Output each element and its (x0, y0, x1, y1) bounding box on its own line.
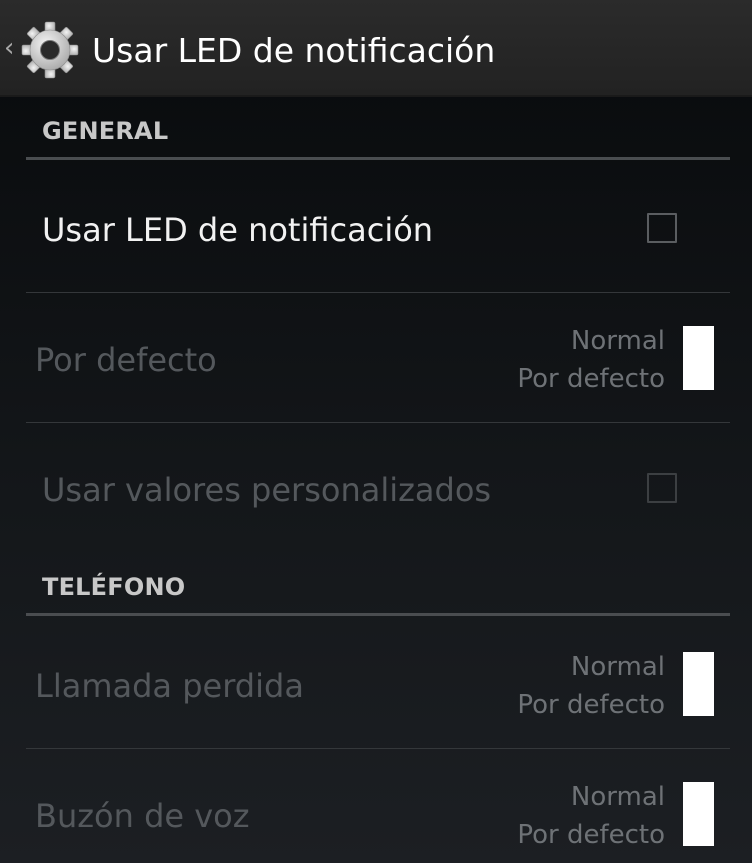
list-divider (26, 748, 730, 749)
missed-call-summary-mode: Normal (570, 652, 665, 682)
action-bar-title: Usar LED de notificación (92, 31, 496, 70)
voicemail-summary-mode: Normal (570, 782, 665, 812)
default-summary-mode: Normal (570, 326, 665, 356)
missed-call-title: Llamada perdida (35, 667, 304, 705)
default-title: Por defecto (35, 341, 217, 379)
section-divider-phone (26, 613, 730, 616)
voicemail-title: Buzón de voz (35, 797, 250, 835)
default-color-swatch (683, 326, 714, 390)
custom-values-checkbox[interactable] (647, 473, 677, 503)
voicemail-summary: Normal Por defecto (517, 778, 665, 854)
section-header-general: GENERAL (42, 117, 169, 145)
voicemail-summary-value: Por defecto (517, 820, 665, 850)
missed-call-summary-value: Por defecto (517, 690, 665, 720)
voicemail-color-swatch (683, 782, 714, 846)
use-led-title: Usar LED de notificación (42, 211, 434, 249)
custom-values-title: Usar valores personalizados (42, 471, 492, 509)
use-led-checkbox[interactable] (647, 213, 677, 243)
default-summary-value: Por defecto (517, 364, 665, 394)
list-divider (26, 292, 730, 293)
section-divider-general (26, 157, 730, 160)
settings-gear-icon[interactable] (20, 20, 80, 80)
list-divider (26, 422, 730, 423)
action-bar: ‹ Usar LED de notificación (0, 0, 752, 97)
section-header-phone: TELÉFONO (42, 573, 186, 601)
up-navigation-caret-icon[interactable]: ‹ (4, 34, 16, 62)
missed-call-color-swatch (683, 652, 714, 716)
missed-call-summary: Normal Por defecto (517, 648, 665, 724)
default-summary: Normal Por defecto (517, 322, 665, 398)
